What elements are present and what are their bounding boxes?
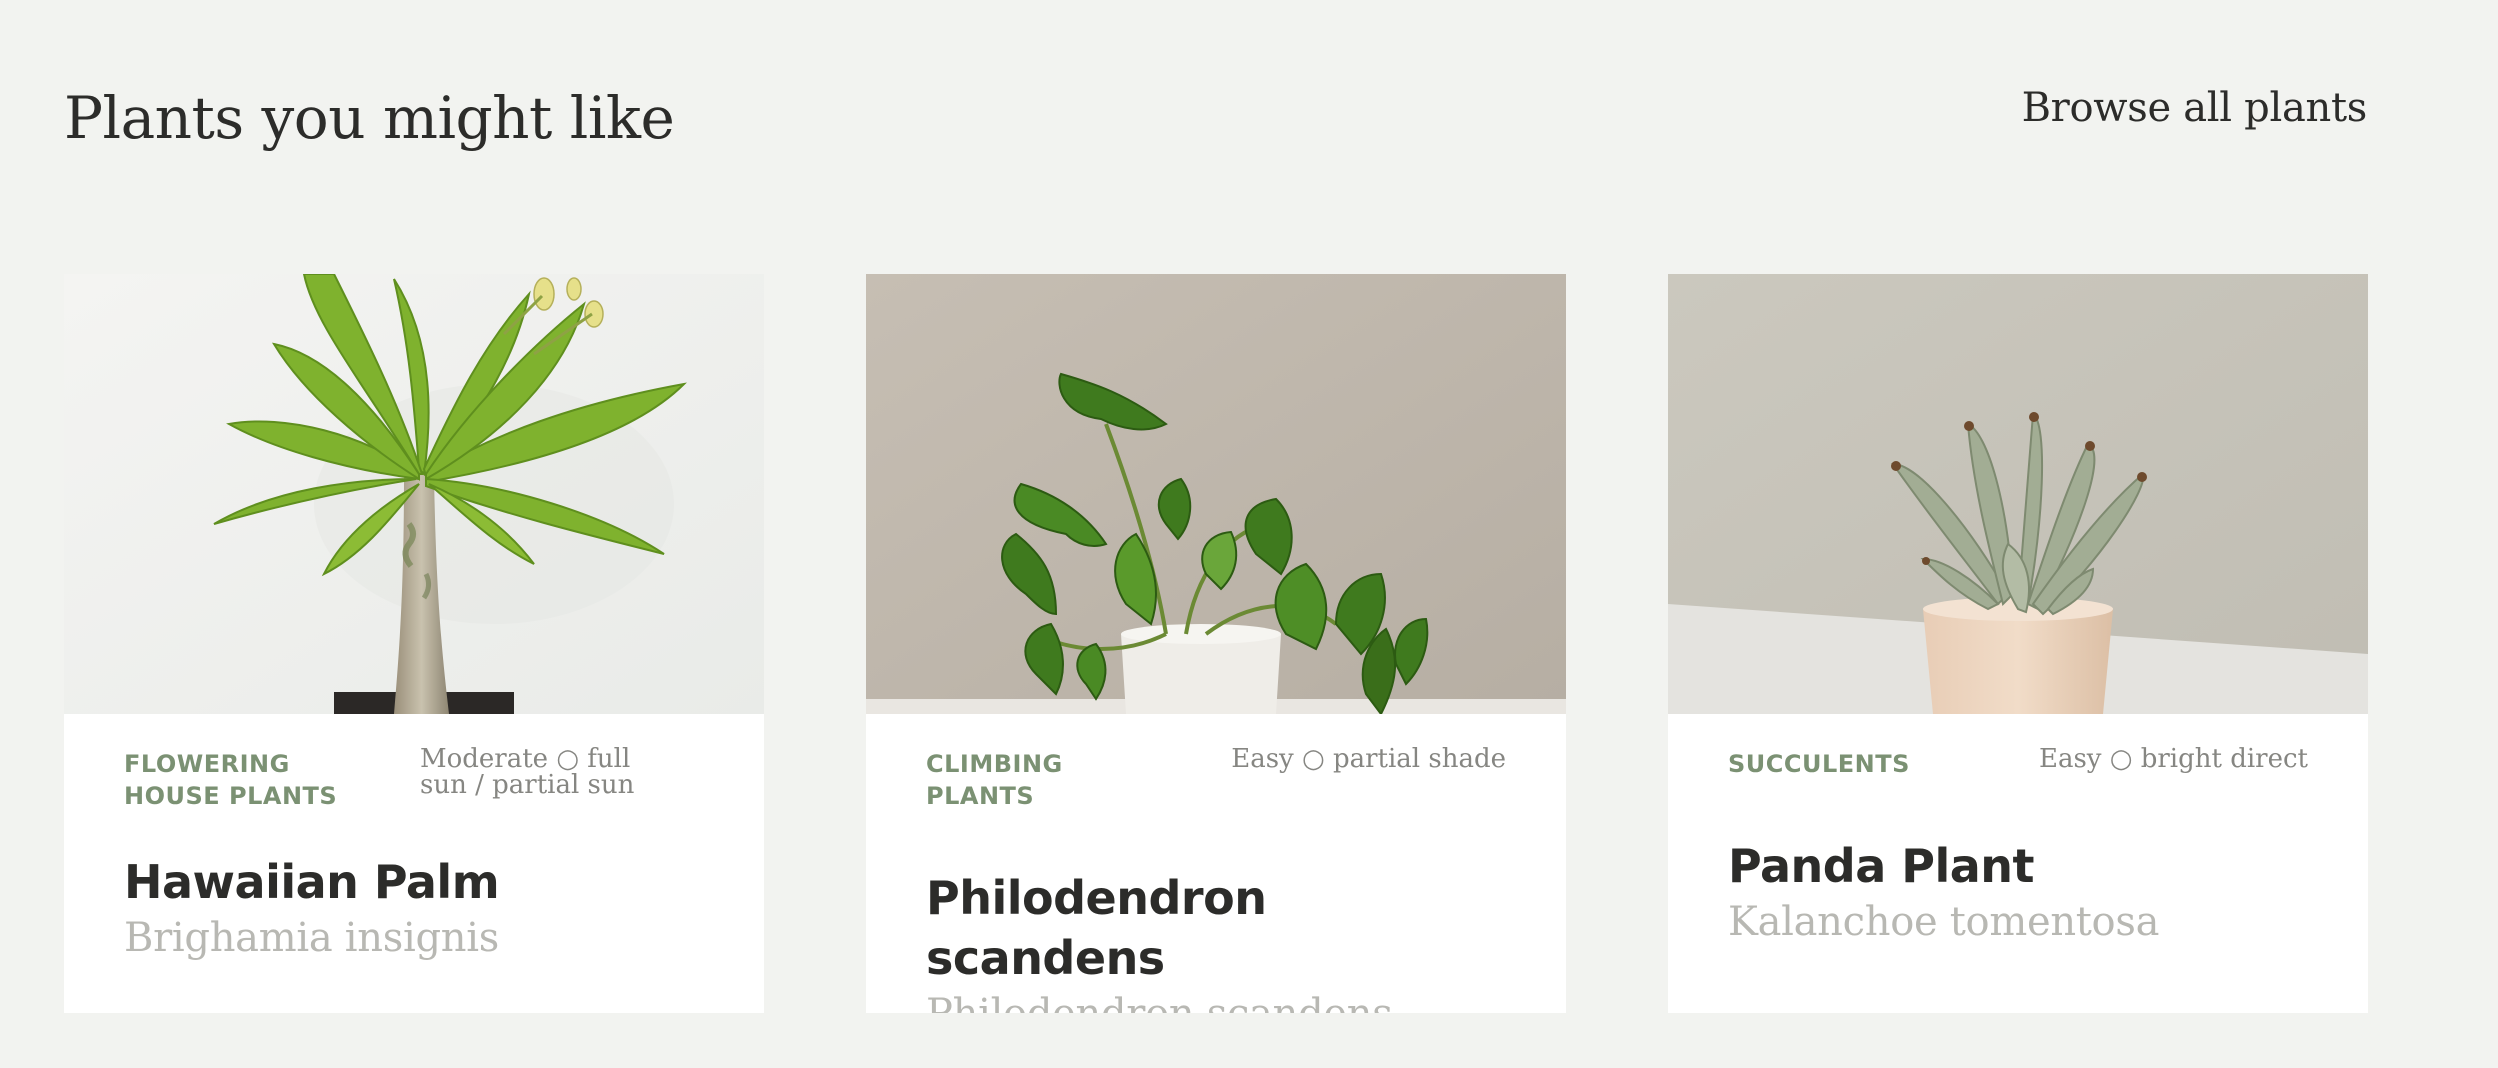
latin-name: Philodendron scandens	[926, 988, 1506, 1013]
latin-name: Brighamia insignis	[124, 915, 499, 961]
plant-name[interactable]: Panda Plant	[1728, 836, 2308, 896]
panda-plant-image[interactable]	[1668, 274, 2368, 714]
latin-name: Kalanchoe tomentosa	[1728, 899, 2160, 945]
card-body: Flowering House Plants Moderate ○ full s…	[124, 746, 704, 964]
care-info: Easy ○ bright direct	[2038, 744, 2308, 774]
browse-all-plants-link[interactable]: Browse all plants	[2022, 82, 2368, 134]
meta-row: Succulents Easy ○ bright direct	[1728, 746, 2308, 780]
category-label: Succulents	[1728, 750, 1910, 778]
card-body: Succulents Easy ○ bright direct Panda Pl…	[1728, 746, 2308, 948]
care-info: Easy ○ partial shade	[1231, 744, 1506, 774]
meta-row: Flowering House Plants Moderate ○ full s…	[124, 746, 704, 812]
plant-name[interactable]: Philodendron scandens	[926, 868, 1506, 988]
page-title: Plants you might like	[64, 84, 675, 152]
hawaiian-palm-image[interactable]	[64, 274, 764, 714]
care-info: Moderate ○ full sun / partial sun	[420, 744, 635, 800]
plant-name[interactable]: Hawaiian Palm	[124, 852, 704, 912]
plant-card-hawaiian-palm[interactable]: Flowering House Plants Moderate ○ full s…	[64, 274, 764, 1013]
card-body: Climbing Plants Easy ○ partial shade Phi…	[926, 746, 1506, 1013]
philodendron-scandens-image[interactable]	[866, 274, 1566, 714]
category-label: Flowering House Plants	[124, 750, 338, 810]
plant-card-philodendron-scandens[interactable]: Climbing Plants Easy ○ partial shade Phi…	[866, 274, 1566, 1013]
meta-row: Climbing Plants Easy ○ partial shade	[926, 746, 1506, 812]
category-label: Climbing Plants	[926, 750, 1063, 810]
plant-card-panda-plant[interactable]: Succulents Easy ○ bright direct Panda Pl…	[1668, 274, 2368, 1013]
